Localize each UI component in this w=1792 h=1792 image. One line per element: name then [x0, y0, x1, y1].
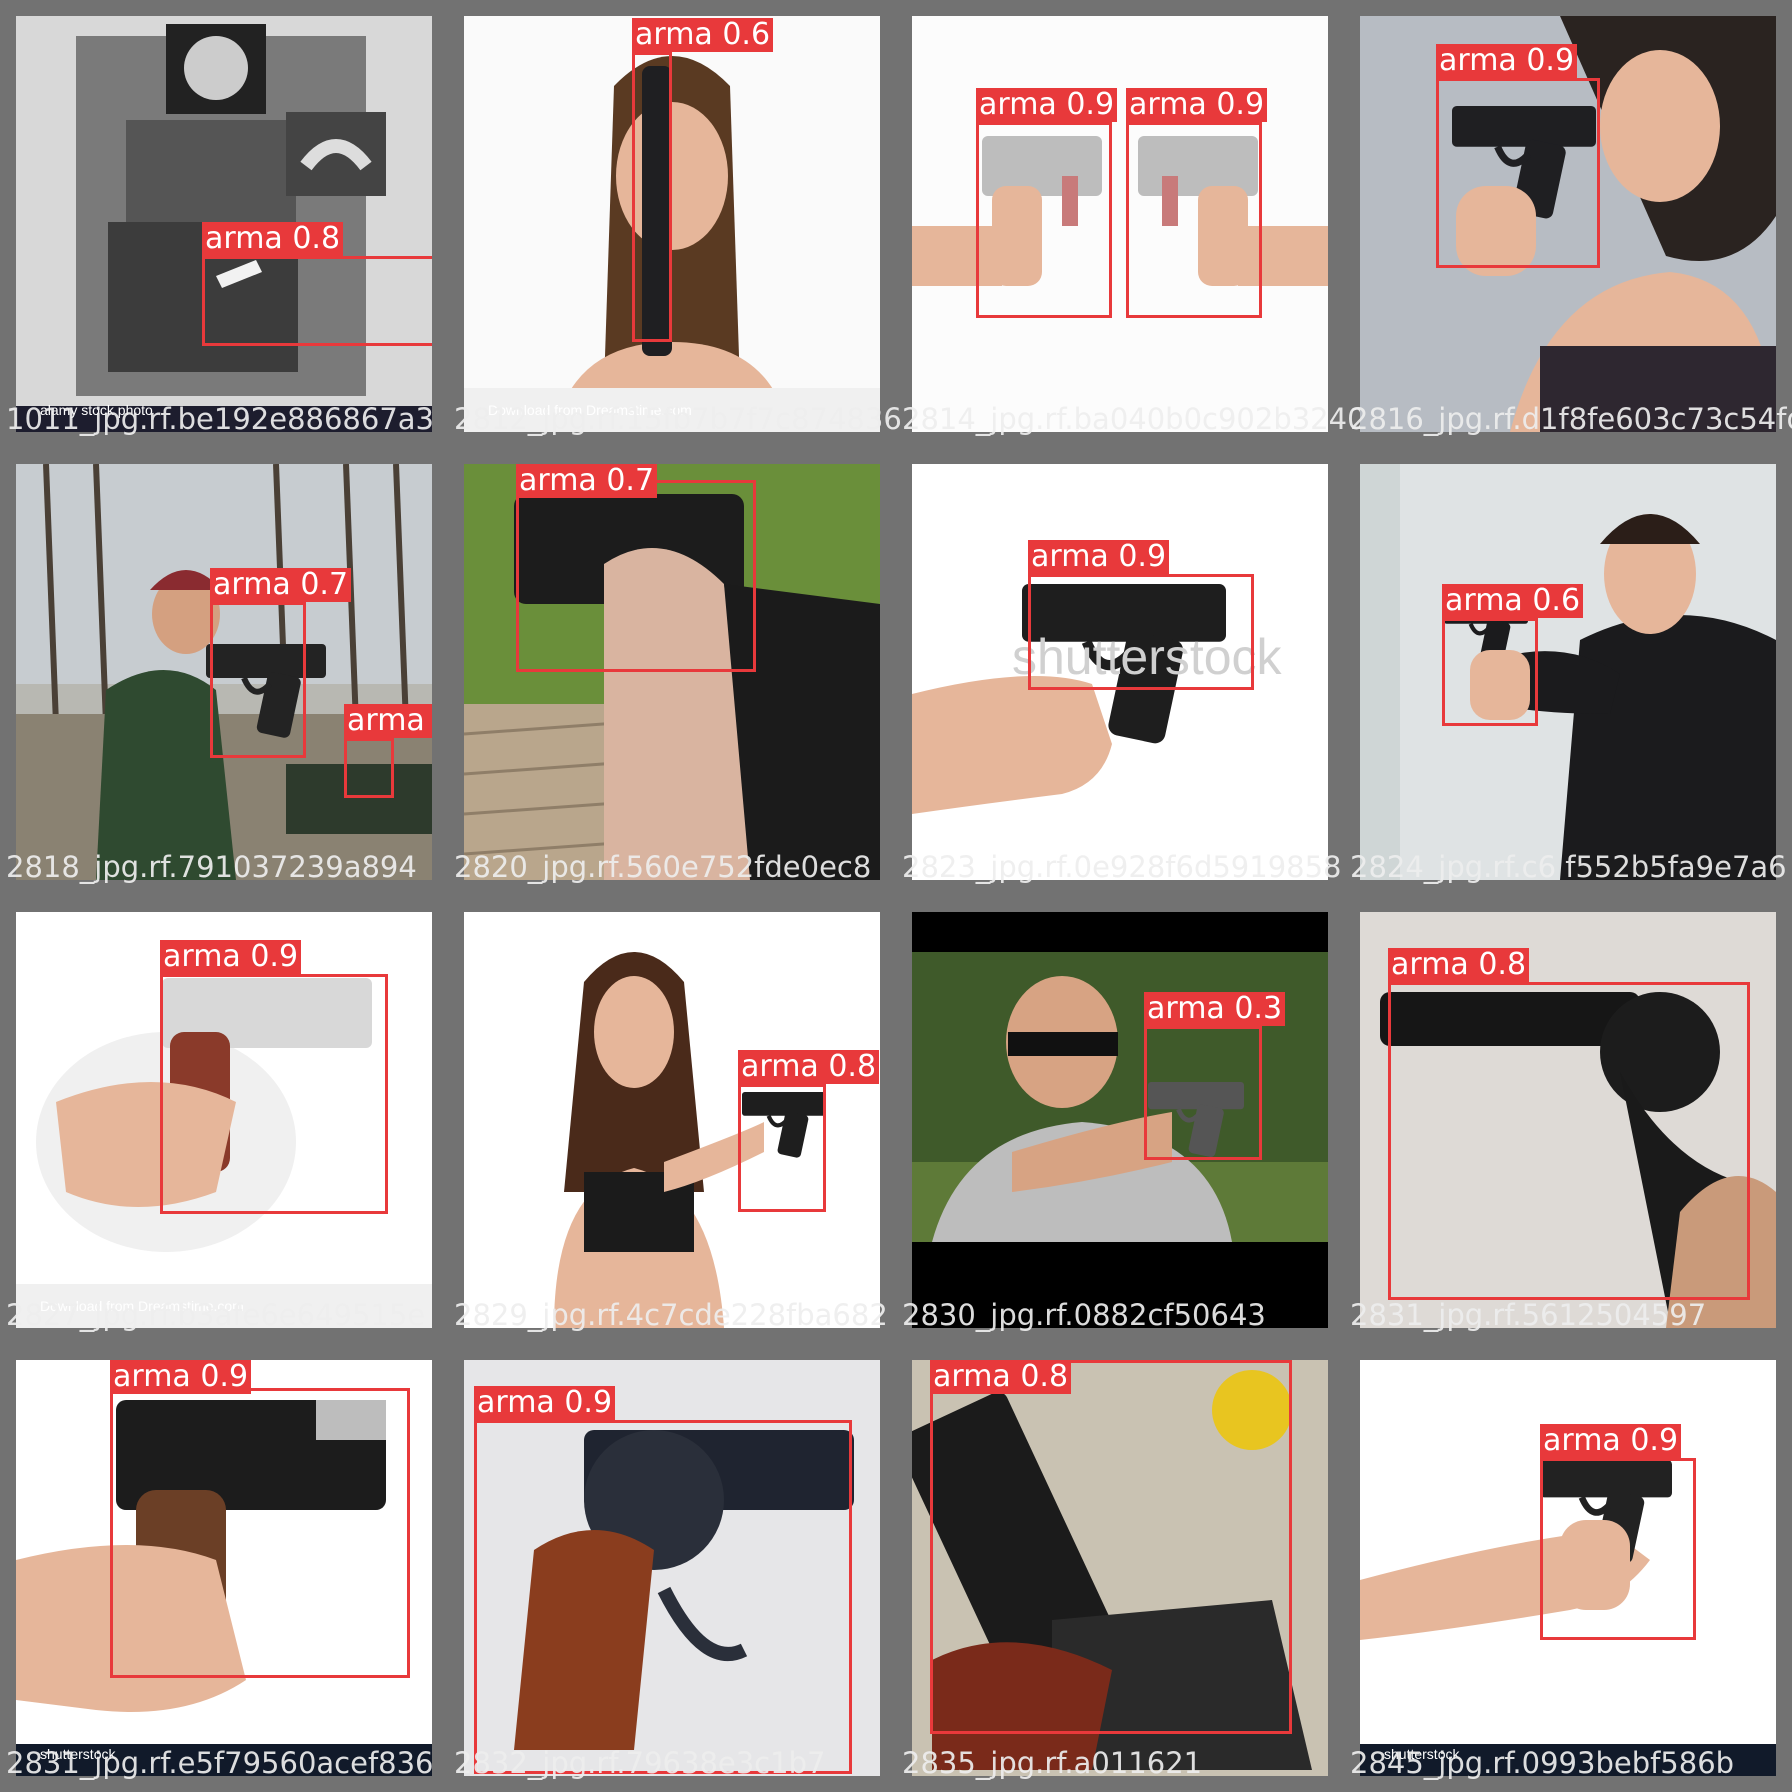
detection-label: arma 0.9	[1126, 88, 1268, 122]
image-tile: arma 0.9 arma 0.9	[912, 16, 1328, 432]
image-tile: arma 0.9	[1360, 16, 1776, 432]
image-tile: arma 0.7	[464, 464, 880, 880]
detection-label: arma 0.8	[738, 1050, 880, 1084]
image-filename: 2831_jpg.rf.5612504597	[1350, 1298, 1707, 1332]
photo-bald-man-shooting	[912, 912, 1328, 1328]
image-tile: shutterstock www.shutterstock.com · 31790…	[912, 464, 1328, 880]
image-tile: arma 0.8	[464, 912, 880, 1328]
photo-woman-holding-pistol	[464, 16, 880, 432]
detection-box	[160, 974, 388, 1214]
detection-box	[474, 1420, 852, 1774]
detection-box	[110, 1388, 410, 1678]
detection-label: arma 0.6	[632, 18, 774, 52]
image-tile: arma 0.7 arma 0.3	[16, 464, 432, 880]
image-tile: shutterstock arma 0.9	[16, 1360, 432, 1776]
detection-label: arma 0.9	[110, 1360, 252, 1394]
detection-box	[1028, 574, 1254, 690]
image-filename: 2824_jpg.rf.c6 f552b5fa9e7a6	[1350, 850, 1787, 884]
image-filename: 2823_jpg.rf.0e928f6d5919858	[902, 850, 1342, 884]
detection-box	[344, 738, 394, 798]
detection-label: arma 0.3	[1144, 992, 1286, 1026]
image-filename: 1011_jpg.rf.be192e886867a3	[6, 402, 435, 436]
photo-man-aiming-pistol	[1360, 464, 1776, 880]
detection-label: arma 0.8	[1388, 948, 1530, 982]
detection-label: arma 0.7	[210, 568, 352, 602]
detection-label: arma 0.7	[516, 464, 658, 498]
detection-label: arma 0.9	[160, 940, 302, 974]
image-filename: 2831_jpg.rf.e5f79560acef836	[6, 1746, 434, 1780]
detection-box	[516, 480, 756, 672]
photo-two-hands-pistols	[912, 16, 1328, 432]
detection-label: arma 0.8	[930, 1360, 1072, 1394]
image-tile: arma 0.6	[1360, 464, 1776, 880]
image-filename: 2820_jpg.rf.560e752fde0ec8	[454, 850, 872, 884]
image-filename: 2818_jpg.rf.791037239a894	[6, 850, 417, 884]
image-filename: 2814_jpg.rf.ba040b0c902b3240	[902, 402, 1366, 436]
detection-box	[1126, 122, 1262, 318]
image-filename: 2829_jpg.rf.4c7cde228fba682	[454, 1298, 888, 1332]
image-tile: arma 0.3	[912, 912, 1328, 1328]
detection-box	[202, 256, 432, 346]
detection-box	[210, 602, 306, 758]
detection-label: arma 0.8	[202, 222, 344, 256]
detection-mosaic: alamy stock photo arma 0.8 1011_jpg.rf.be1…	[0, 0, 1792, 1792]
image-filename: 2832_jpg.rf.79638e3c1b7	[454, 1746, 826, 1780]
detection-label: arma 0.9	[1028, 540, 1170, 574]
image-filename: 2845_jpg.rf.0993bebf586b	[1350, 1746, 1735, 1780]
detection-box	[1442, 618, 1538, 726]
image-tile: Download from Dreamstime.com arma 0.9	[16, 912, 432, 1328]
detection-label: arma 0.9	[1540, 1424, 1682, 1458]
detection-box	[1144, 1026, 1262, 1160]
image-tile: arma 0.8	[912, 1360, 1328, 1776]
image-filename: 2830_jpg.rf.0882cf50643	[902, 1298, 1266, 1332]
image-tile: alamy stock photo arma 0.8	[16, 16, 432, 432]
detection-box	[1436, 78, 1600, 268]
image-tile: arma 0.8	[1360, 912, 1776, 1328]
detection-label: arma 0.6	[1442, 584, 1584, 618]
detection-box	[1540, 1458, 1696, 1640]
detection-label: arma 0.3	[344, 704, 432, 738]
detection-box	[976, 122, 1112, 318]
image-filename: 2835_jpg.rf.a011621	[902, 1746, 1203, 1780]
image-filename: 2827_jpg.rf.b3afe6e649515e	[6, 1298, 426, 1332]
detection-box	[930, 1360, 1292, 1734]
image-tile: Download from Dreamstime.com arma 0.6	[464, 16, 880, 432]
image-filename: 2816_jpg.rf.d1f8fe603c73c54fd15a	[1350, 402, 1792, 436]
detection-box	[1388, 982, 1750, 1300]
image-tile: arma 0.9	[464, 1360, 880, 1776]
detection-label: arma 0.9	[976, 88, 1118, 122]
detection-box	[738, 1084, 826, 1212]
detection-label: arma 0.9	[1436, 44, 1578, 78]
image-tile: shutterstock arma 0.9	[1360, 1360, 1776, 1776]
detection-box	[632, 52, 672, 342]
detection-label: arma 0.9	[474, 1386, 616, 1420]
